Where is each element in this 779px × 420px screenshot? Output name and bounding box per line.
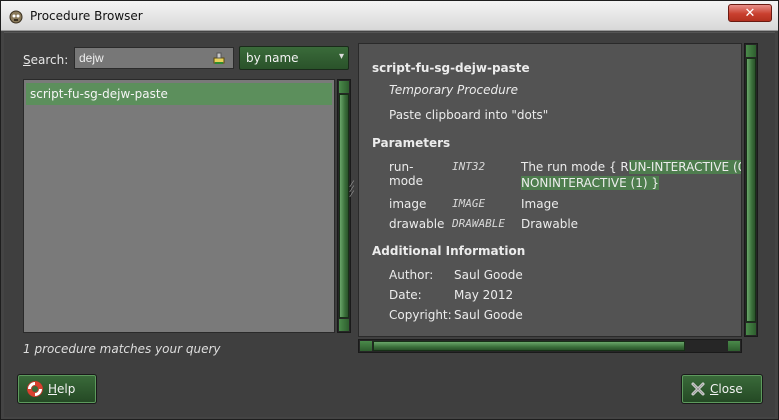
- parameter-type: DRAWABLE: [452, 217, 505, 230]
- parameter-name: image: [389, 197, 427, 211]
- info-value: May 2012: [454, 288, 514, 302]
- additional-info-heading: Additional Information: [372, 244, 526, 258]
- scroll-down-button[interactable]: [339, 319, 349, 331]
- info-value: Saul Goode: [454, 308, 523, 322]
- parameter-description: The run mode { RUN-INTERACTIVE (0: [521, 160, 741, 174]
- procedure-details: script-fu-sg-dejw-paste Temporary Proced…: [358, 43, 742, 337]
- gimp-icon: [9, 10, 23, 24]
- scrollbar-thumb[interactable]: [746, 58, 756, 322]
- details-horizontal-scrollbar[interactable]: [358, 339, 742, 353]
- pane-resize-handle[interactable]: ⁄ ⁄ ⁄: [351, 181, 357, 213]
- dialog-content: Search: by name ▾ script-fu-sg-dejw-past…: [4, 32, 775, 417]
- scrollbar-thumb[interactable]: [373, 341, 685, 351]
- scroll-up-button[interactable]: [746, 45, 756, 57]
- procedure-browser-window: Procedure Browser ✕ Search: by name ▾ sc…: [0, 0, 779, 420]
- help-button-label: Help: [48, 382, 76, 396]
- procedure-blurb: Paste clipboard into "dots": [389, 108, 549, 122]
- clear-icon[interactable]: [212, 51, 226, 65]
- scroll-right-button[interactable]: [728, 341, 740, 351]
- parameter-name: drawable: [389, 217, 445, 231]
- search-label: Search:: [23, 53, 69, 67]
- match-status: 1 procedure matches your query: [23, 342, 221, 356]
- info-key: Author:: [389, 268, 434, 282]
- parameter-description-line2: NONINTERACTIVE (1) }: [521, 176, 659, 190]
- parameter-name: run-mode: [389, 160, 424, 188]
- search-mode-value: by name: [246, 51, 299, 65]
- close-icon: ✕: [744, 5, 756, 21]
- scroll-left-button[interactable]: [360, 341, 372, 351]
- lifebuoy-icon: [27, 381, 43, 397]
- close-button-label: Close: [710, 382, 743, 396]
- procedure-list[interactable]: script-fu-sg-dejw-paste: [23, 79, 335, 333]
- parameters-heading: Parameters: [372, 136, 451, 150]
- title-bar[interactable]: Procedure Browser ✕: [1, 1, 778, 31]
- details-vertical-scrollbar[interactable]: [744, 43, 758, 337]
- list-item[interactable]: script-fu-sg-dejw-paste: [26, 83, 332, 105]
- search-input[interactable]: [74, 47, 234, 69]
- search-mode-dropdown[interactable]: by name ▾: [239, 46, 349, 70]
- scroll-down-button[interactable]: [746, 323, 756, 335]
- help-button[interactable]: Help: [17, 374, 97, 404]
- close-button[interactable]: Close: [681, 374, 763, 404]
- info-key: Copyright:: [389, 308, 452, 322]
- window-close-button[interactable]: ✕: [728, 4, 772, 22]
- info-key: Date:: [389, 288, 422, 302]
- info-value: Saul Goode: [454, 268, 523, 282]
- scroll-up-button[interactable]: [339, 81, 349, 93]
- close-icon: [691, 382, 705, 396]
- procedure-type: Temporary Procedure: [389, 83, 519, 97]
- chevron-down-icon: ▾: [338, 51, 344, 62]
- procedure-name: script-fu-sg-dejw-paste: [372, 61, 530, 75]
- parameter-description: Drawable: [521, 217, 579, 231]
- parameter-type: INT32: [452, 160, 486, 173]
- window-title: Procedure Browser: [30, 9, 143, 23]
- parameter-type: IMAGE: [452, 197, 486, 210]
- procedure-list-scrollbar[interactable]: [337, 79, 351, 333]
- parameter-description: Image: [521, 197, 559, 211]
- scrollbar-thumb[interactable]: [339, 94, 349, 318]
